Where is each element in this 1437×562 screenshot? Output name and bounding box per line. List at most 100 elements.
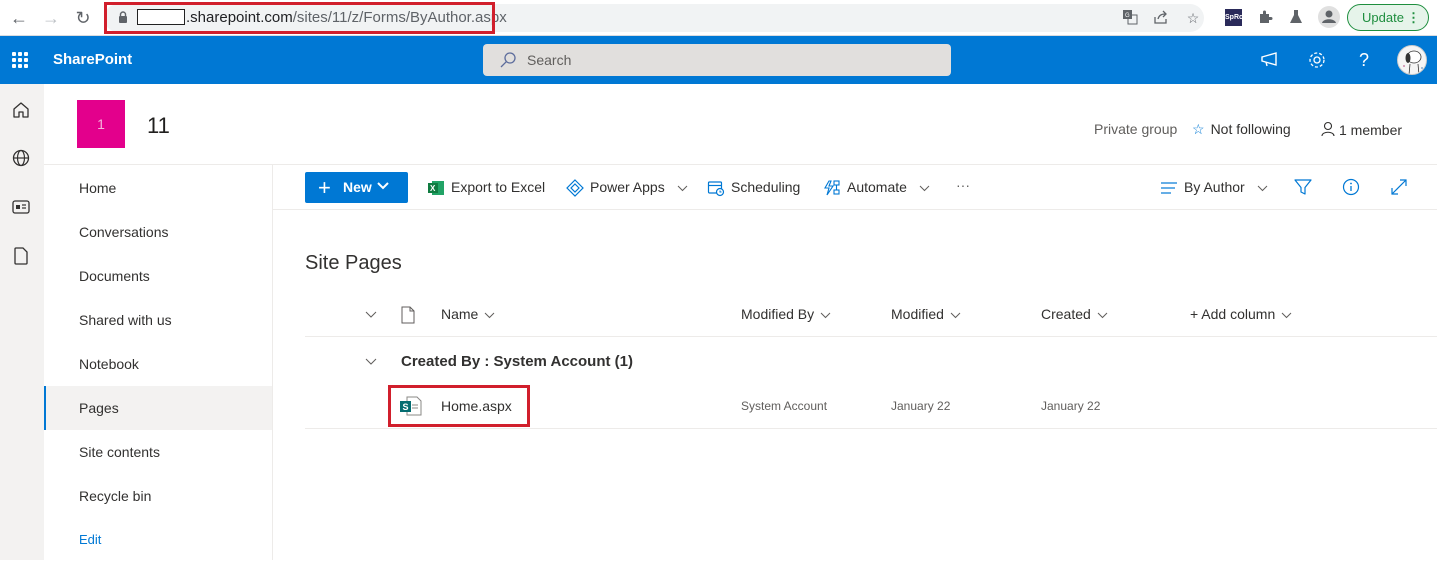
back-icon[interactable]: ← <box>8 7 30 29</box>
chevron-down-icon <box>1097 312 1108 319</box>
column-header-name[interactable]: Name <box>441 306 495 322</box>
share-icon[interactable] <box>1152 9 1170 27</box>
labs-flask-icon[interactable] <box>1287 9 1305 27</box>
file-type-icon <box>401 306 415 324</box>
site-title[interactable]: 11 <box>147 113 170 139</box>
view-lines-icon <box>1161 182 1177 194</box>
profile-avatar-icon[interactable] <box>1318 6 1340 28</box>
search-icon <box>500 52 516 68</box>
search-placeholder: Search <box>527 52 572 68</box>
export-label: Export to Excel <box>451 179 546 195</box>
excel-icon: X <box>428 181 444 196</box>
left-navigation: Home Conversations Documents Shared with… <box>44 165 273 560</box>
chevron-down-icon <box>1281 312 1292 319</box>
nav-item-documents[interactable]: Documents <box>44 254 272 298</box>
search-input[interactable]: Search <box>483 44 951 76</box>
help-icon[interactable]: ? <box>1352 48 1376 72</box>
nav-item-site-contents[interactable]: Site contents <box>44 430 272 474</box>
column-header-created[interactable]: Created <box>1041 306 1108 322</box>
more-actions-button[interactable]: ··· <box>956 176 970 196</box>
browser-toolbar: ← → ↻ .sharepoint.com/sites/11/z/Forms/B… <box>0 0 1437 36</box>
automate-button[interactable]: Automate <box>823 178 930 198</box>
select-all-chevron-icon[interactable] <box>365 311 377 319</box>
command-bar: + New X Export to Excel Power Apps Sched… <box>273 165 1437 210</box>
add-column-label: + Add column <box>1190 306 1276 322</box>
nav-item-pages[interactable]: Pages <box>44 386 272 430</box>
kebab-menu-icon[interactable]: ⋮ <box>1407 5 1420 30</box>
cell-modified-by: System Account <box>741 399 828 413</box>
header-row-divider <box>305 336 1437 337</box>
chevron-down-icon <box>950 312 961 319</box>
chevron-down-icon <box>485 312 495 319</box>
app-launcher-icon[interactable] <box>12 52 28 68</box>
calendar-clock-icon <box>707 181 725 197</box>
url-highlight-box <box>104 2 495 34</box>
follow-button[interactable]: ☆ Not following <box>1192 121 1291 138</box>
nav-item-home[interactable]: Home <box>44 166 272 210</box>
file-highlight-box <box>388 385 530 427</box>
column-modified-label: Modified <box>891 306 944 322</box>
app-bar <box>0 84 44 560</box>
plus-icon: + <box>318 175 331 200</box>
follow-label: Not following <box>1210 121 1291 137</box>
file-icon[interactable] <box>11 246 31 266</box>
update-label: Update <box>1362 10 1404 25</box>
new-label: New <box>343 179 372 195</box>
privacy-label: Private group <box>1094 121 1178 137</box>
nav-item-recycle-bin[interactable]: Recycle bin <box>44 474 272 518</box>
chevron-down-icon <box>919 185 930 192</box>
megaphone-icon[interactable] <box>1258 48 1282 72</box>
bookmark-star-icon[interactable]: ☆ <box>1184 9 1202 27</box>
chevron-down-icon <box>820 312 831 319</box>
nav-item-shared-with-us[interactable]: Shared with us <box>44 298 272 342</box>
new-button[interactable]: + New <box>305 172 408 203</box>
svg-text:?: ? <box>1359 50 1369 70</box>
forward-icon[interactable]: → <box>40 7 62 29</box>
view-switcher-button[interactable]: By Author <box>1160 178 1268 198</box>
group-collapse-chevron-icon[interactable] <box>365 358 377 366</box>
export-to-excel-button[interactable]: X Export to Excel <box>427 178 545 198</box>
power-apps-label: Power Apps <box>590 179 665 195</box>
filter-icon[interactable] <box>1294 178 1312 196</box>
column-modified-by-label: Modified By <box>741 306 815 322</box>
settings-gear-icon[interactable] <box>1305 48 1329 72</box>
info-icon[interactable] <box>1342 178 1360 196</box>
person-icon <box>1321 121 1335 137</box>
nav-item-conversations[interactable]: Conversations <box>44 210 272 254</box>
column-created-label: Created <box>1041 306 1091 322</box>
user-avatar[interactable] <box>1397 45 1427 75</box>
update-button[interactable]: Update ⋮ <box>1347 4 1429 31</box>
svg-text:G: G <box>1125 13 1130 19</box>
column-header-modified-by[interactable]: Modified By <box>741 306 831 322</box>
row-divider <box>305 428 1437 429</box>
add-column-button[interactable]: + Add column <box>1190 306 1292 322</box>
column-header-modified[interactable]: Modified <box>891 306 961 322</box>
members-button[interactable]: 1 member <box>1321 121 1402 138</box>
cell-modified: January 22 <box>891 399 951 413</box>
translate-icon[interactable]: G <box>1121 9 1139 27</box>
chevron-down-icon <box>1257 185 1267 192</box>
extensions-puzzle-icon[interactable] <box>1256 9 1274 27</box>
nav-item-notebook[interactable]: Notebook <box>44 342 272 386</box>
sprc-extension-icon[interactable]: SpRc <box>1225 9 1243 26</box>
svg-text:X: X <box>430 184 436 193</box>
nav-edit-link[interactable]: Edit <box>44 518 272 562</box>
reload-icon[interactable]: ↻ <box>72 7 94 29</box>
expand-icon[interactable] <box>1390 178 1408 196</box>
power-apps-button[interactable]: Power Apps <box>566 178 688 198</box>
news-icon[interactable] <box>11 197 31 217</box>
star-icon: ☆ <box>1192 121 1205 137</box>
members-label: 1 member <box>1339 122 1403 138</box>
home-icon[interactable] <box>11 100 31 120</box>
scheduling-button[interactable]: Scheduling <box>707 178 800 198</box>
sharepoint-brand[interactable]: SharePoint <box>53 51 132 68</box>
group-header[interactable]: Created By : System Account (1) <box>401 353 633 370</box>
chevron-down-icon <box>677 185 687 192</box>
view-label: By Author <box>1184 179 1245 195</box>
scheduling-label: Scheduling <box>731 179 801 195</box>
chevron-down-icon <box>377 182 389 190</box>
globe-icon[interactable] <box>11 148 31 168</box>
power-apps-icon <box>566 179 584 198</box>
column-name-label: Name <box>441 306 479 322</box>
site-logo[interactable]: 1 <box>77 100 125 148</box>
